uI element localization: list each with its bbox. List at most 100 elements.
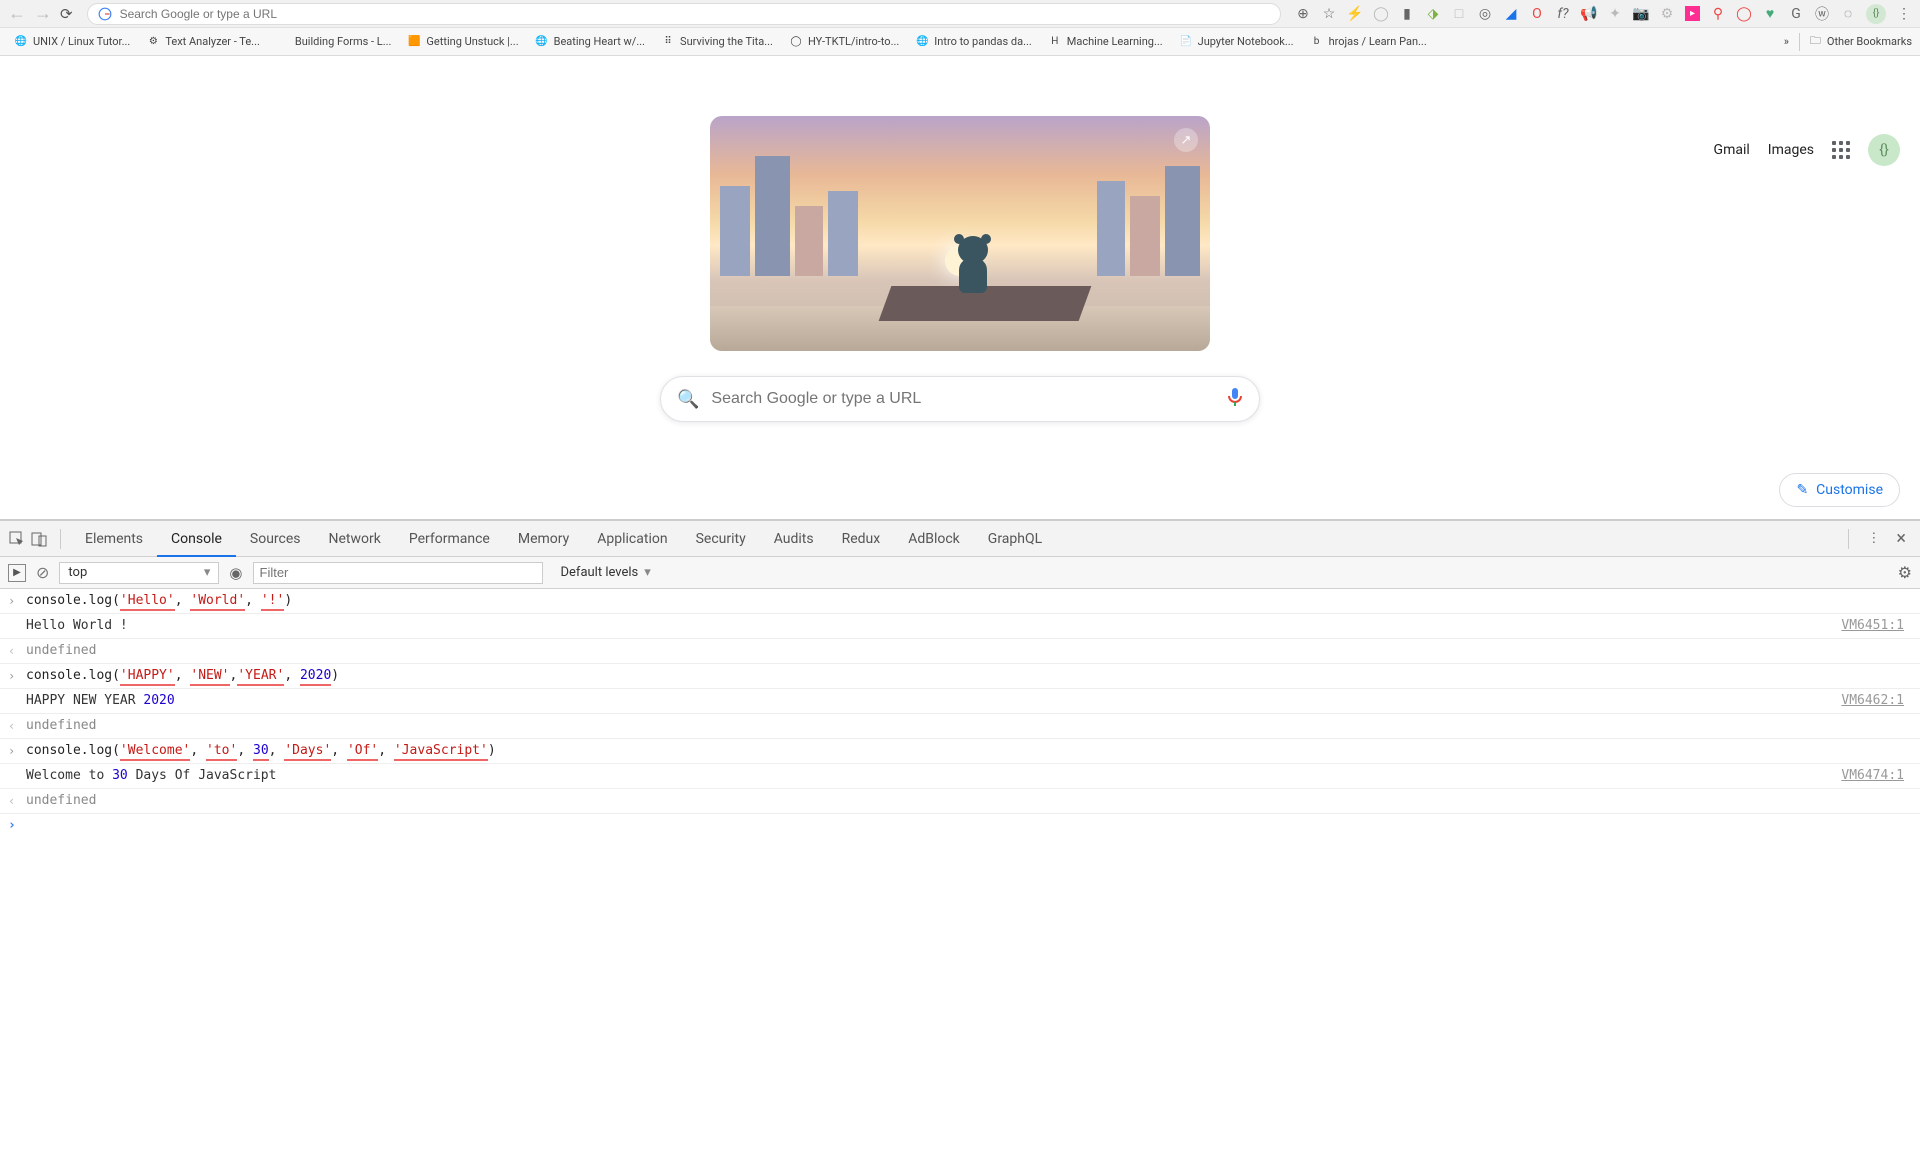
devtools-tab-application[interactable]: Application bbox=[583, 521, 681, 557]
console-content[interactable]: undefined bbox=[26, 792, 1912, 810]
mic-icon[interactable] bbox=[1227, 387, 1243, 412]
bookmark-item[interactable]: 🌐UNIX / Linux Tutor... bbox=[8, 33, 136, 51]
bookmark-item[interactable]: ◯HY-TKTL/intro-to... bbox=[783, 33, 905, 51]
clear-console-icon[interactable]: ⊘ bbox=[36, 563, 49, 582]
console-content[interactable]: Welcome to 30 Days Of JavaScript bbox=[26, 767, 1841, 785]
execute-icon[interactable]: ▶ bbox=[8, 564, 26, 582]
bookmark-item[interactable]: ⠿Surviving the Tita... bbox=[655, 33, 779, 51]
console-content[interactable]: HAPPY NEW YEAR 2020 bbox=[26, 692, 1841, 710]
ext-icon-g[interactable]: G bbox=[1788, 6, 1804, 22]
omnibox-input[interactable] bbox=[120, 7, 1270, 21]
devtools-tab-adblock[interactable]: AdBlock bbox=[894, 521, 974, 557]
forward-button[interactable]: → bbox=[34, 3, 52, 24]
console-source-link[interactable]: VM6474:1 bbox=[1841, 767, 1904, 785]
ext-icon-opera[interactable]: O bbox=[1529, 6, 1545, 22]
ext-icon-camera[interactable]: 📷 bbox=[1633, 6, 1649, 22]
ext-icon-circle[interactable]: ◌ bbox=[1840, 6, 1856, 22]
bookmark-item[interactable]: Building Forms - L... bbox=[270, 33, 398, 51]
console-marker-icon: ‹ bbox=[8, 792, 26, 810]
ext-icon-2[interactable]: ◯ bbox=[1373, 6, 1389, 22]
page-top-links: Gmail Images {} bbox=[1714, 134, 1900, 166]
ext-icon-shield[interactable]: ♥ bbox=[1762, 6, 1778, 22]
console-settings-icon[interactable]: ⚙ bbox=[1898, 563, 1912, 582]
console-content[interactable]: console.log('HAPPY', 'NEW','YEAR', 2020) bbox=[26, 667, 1912, 685]
other-bookmarks-button[interactable]: 🗀 Other Bookmarks bbox=[1810, 32, 1912, 51]
devtools-tab-elements[interactable]: Elements bbox=[71, 521, 157, 557]
devtools-tab-network[interactable]: Network bbox=[315, 521, 395, 557]
browser-toolbar: ← → ⟳ ⊕ ☆ ⚡ ◯ ▮ ⬗ □ ◎ ◢ O f? 📢 ✦ 📷 ⚙ ▸ ⚲… bbox=[0, 0, 1920, 28]
share-icon[interactable]: ↗ bbox=[1174, 128, 1198, 152]
ext-icon-4[interactable]: ⬗ bbox=[1425, 6, 1441, 22]
console-content[interactable]: undefined bbox=[26, 642, 1912, 660]
omnibox[interactable] bbox=[87, 3, 1281, 25]
devtools-tab-security[interactable]: Security bbox=[682, 521, 760, 557]
console-content[interactable]: Hello World ! bbox=[26, 617, 1841, 635]
customise-button[interactable]: ✎ Customise bbox=[1779, 473, 1900, 507]
live-expression-icon[interactable]: ◉ bbox=[229, 564, 242, 582]
ext-icon-1[interactable]: ⚡ bbox=[1347, 6, 1363, 22]
console-marker-icon: ‹ bbox=[8, 642, 26, 660]
back-button[interactable]: ← bbox=[8, 3, 26, 24]
devtools-panel: ElementsConsoleSourcesNetworkPerformance… bbox=[0, 519, 1920, 837]
bookmark-item[interactable]: ⚙Text Analyzer - Te... bbox=[140, 33, 266, 51]
devtools-close-icon[interactable]: × bbox=[1888, 528, 1914, 549]
inspect-icon[interactable] bbox=[6, 528, 28, 550]
bookmark-item[interactable]: 📄Jupyter Notebook... bbox=[1173, 33, 1300, 51]
search-input[interactable] bbox=[711, 390, 1227, 408]
ext-icon-w[interactable]: ⓦ bbox=[1814, 6, 1830, 22]
zoom-icon[interactable]: ⊕ bbox=[1295, 6, 1311, 22]
devtools-tab-memory[interactable]: Memory bbox=[504, 521, 583, 557]
context-selector[interactable]: top▾ bbox=[59, 562, 219, 584]
bookmark-item[interactable]: bhrojas / Learn Pan... bbox=[1304, 33, 1433, 51]
ext-icon-f[interactable]: f? bbox=[1555, 6, 1571, 22]
google-apps-icon[interactable] bbox=[1832, 141, 1850, 159]
reload-button[interactable]: ⟳ bbox=[60, 5, 73, 23]
console-source-link[interactable]: VM6451:1 bbox=[1841, 617, 1904, 635]
devtools-tab-console[interactable]: Console bbox=[157, 521, 236, 557]
bookmarks-overflow-icon[interactable]: » bbox=[1784, 35, 1789, 48]
devtools-tab-graphql[interactable]: GraphQL bbox=[974, 521, 1056, 557]
bookmark-item[interactable]: 🌐Beating Heart w/... bbox=[529, 33, 651, 51]
console-source-link[interactable]: VM6462:1 bbox=[1841, 692, 1904, 710]
ext-icon-8[interactable]: ✦ bbox=[1607, 6, 1623, 22]
search-box[interactable]: 🔍 bbox=[660, 376, 1260, 422]
console-content[interactable]: console.log('Hello', 'World', '!') bbox=[26, 592, 1912, 610]
bookmark-label: HY-TKTL/intro-to... bbox=[808, 35, 899, 48]
ext-icon-7[interactable]: ◢ bbox=[1503, 6, 1519, 22]
console-content[interactable]: undefined bbox=[26, 717, 1912, 735]
devtools-tab-performance[interactable]: Performance bbox=[395, 521, 504, 557]
ext-icon-red-o[interactable]: ◯ bbox=[1736, 6, 1752, 22]
profile-avatar[interactable]: {} bbox=[1868, 134, 1900, 166]
ext-icon-3[interactable]: ▮ bbox=[1399, 6, 1415, 22]
bookmark-label: Surviving the Tita... bbox=[680, 35, 773, 48]
devtools-tabs: ElementsConsoleSourcesNetworkPerformance… bbox=[0, 521, 1920, 557]
devtools-tab-sources[interactable]: Sources bbox=[236, 521, 315, 557]
profile-avatar-small[interactable]: {} bbox=[1866, 4, 1886, 24]
bookmark-item[interactable]: 🌐Intro to pandas da... bbox=[909, 33, 1038, 51]
console-row: Hello World !VM6451:1 bbox=[0, 614, 1920, 639]
console-row: ›console.log('Hello', 'World', '!') bbox=[0, 589, 1920, 614]
google-doodle[interactable]: ↗ bbox=[710, 116, 1210, 351]
ext-icon-horn[interactable]: 📢 bbox=[1581, 6, 1597, 22]
ext-icon-pin[interactable]: ⚲ bbox=[1710, 6, 1726, 22]
devtools-tab-audits[interactable]: Audits bbox=[760, 521, 828, 557]
filter-input[interactable] bbox=[253, 562, 543, 584]
devtools-menu-icon[interactable]: ⋮ bbox=[1859, 531, 1888, 546]
images-link[interactable]: Images bbox=[1768, 142, 1814, 158]
device-toggle-icon[interactable] bbox=[28, 528, 50, 550]
chrome-menu-icon[interactable]: ⋮ bbox=[1896, 6, 1912, 22]
bookmark-label: Building Forms - L... bbox=[295, 35, 392, 48]
bookmark-label: Beating Heart w/... bbox=[554, 35, 645, 48]
ext-icon-gear[interactable]: ⚙ bbox=[1659, 6, 1675, 22]
devtools-tab-redux[interactable]: Redux bbox=[828, 521, 895, 557]
console-content[interactable]: console.log('Welcome', 'to', 30, 'Days',… bbox=[26, 742, 1912, 760]
bookmark-item[interactable]: 🟧Getting Unstuck |... bbox=[401, 33, 524, 51]
ext-icon-pink[interactable]: ▸ bbox=[1685, 6, 1700, 21]
ext-icon-5[interactable]: □ bbox=[1451, 6, 1467, 22]
ext-icon-6[interactable]: ◎ bbox=[1477, 6, 1493, 22]
log-levels-selector[interactable]: Default levels ▾ bbox=[553, 562, 659, 584]
gmail-link[interactable]: Gmail bbox=[1714, 142, 1750, 158]
star-icon[interactable]: ☆ bbox=[1321, 6, 1337, 22]
bookmark-item[interactable]: HMachine Learning... bbox=[1042, 33, 1169, 51]
console-prompt[interactable]: › bbox=[0, 814, 1920, 837]
